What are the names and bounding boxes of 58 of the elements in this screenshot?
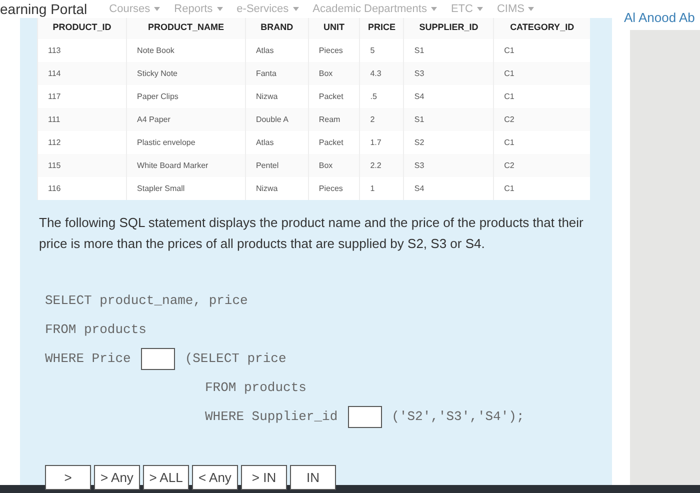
caret-icon (430, 7, 437, 11)
table-cell: Pieces (308, 39, 360, 62)
table-cell: 1 (360, 177, 404, 200)
table-cell: Paper Clips (126, 85, 246, 108)
sql-code: (SELECT price (184, 351, 286, 366)
answer-box[interactable] (140, 348, 175, 370)
option-button[interactable]: > (45, 465, 91, 490)
site-title: earning Portal (0, 1, 88, 17)
table-cell: C1 (494, 85, 590, 108)
question-text: The following SQL statement displays the product name and the price of the products that their price is more than the prices of all products that are supplied by S2, S3 or S4. (39, 214, 584, 253)
option-button[interactable]: IN (290, 465, 336, 490)
table-cell: 117 (38, 85, 127, 108)
nav-menu[interactable]: e-Services (236, 2, 289, 16)
nav-menu[interactable]: Courses (109, 2, 150, 16)
table-cell: Note Book (126, 39, 246, 62)
sql-code: WHERE Price (45, 351, 131, 366)
table-cell: S4 (404, 85, 494, 108)
caret-icon (528, 7, 534, 11)
user-name[interactable]: Al Anood Ab (624, 10, 695, 25)
table-cell: Packet (308, 131, 360, 154)
caret-icon (292, 7, 299, 11)
sql-code: ('S2','S3','S4'); (392, 409, 524, 424)
table-cell: 5 (360, 39, 404, 62)
table-cell: Atlas (245, 39, 308, 62)
option-button[interactable]: > ALL (143, 465, 189, 490)
sql-code: SELECT product_name, price (45, 293, 248, 308)
table-cell: Plastic envelope (126, 131, 246, 154)
table-cell: 116 (38, 177, 127, 200)
table-cell: C1 (494, 177, 590, 200)
nav-menu[interactable]: ETC (450, 2, 473, 16)
option-button[interactable]: < Any (192, 465, 238, 490)
table-cell: Nizwa (245, 177, 308, 200)
table-cell: Nizwa (245, 85, 308, 108)
caret-icon (216, 7, 223, 11)
table-cell: 113 (38, 39, 127, 62)
table-cell: C1 (494, 131, 590, 154)
table-cell: Pieces (308, 177, 360, 200)
table-cell: S2 (404, 131, 494, 154)
table-cell: 1.7 (360, 131, 404, 154)
table-cell: .5 (360, 85, 404, 108)
table-cell: S4 (404, 177, 494, 200)
sql-code: FROM products (205, 380, 306, 395)
option-button[interactable]: > IN (241, 465, 287, 490)
nav-menu[interactable]: Reports (174, 2, 213, 16)
sql-code: WHERE Supplier_id (205, 409, 338, 424)
table-cell: Atlas (245, 131, 308, 154)
table-cell: S1 (404, 39, 494, 62)
sql-code: FROM products (45, 322, 146, 337)
nav-menu[interactable]: CIMS (496, 2, 524, 16)
caret-icon (476, 7, 483, 11)
answer-box[interactable] (348, 406, 382, 428)
table-cell: 112 (38, 131, 127, 154)
table-cell: Packet (308, 85, 360, 108)
caret-icon (154, 7, 160, 11)
nav-menu[interactable]: Academic Departments (312, 2, 427, 16)
table-cell: C1 (494, 39, 590, 62)
table-cell: Stapler Small (126, 177, 246, 200)
option-button[interactable]: > Any (94, 465, 140, 490)
